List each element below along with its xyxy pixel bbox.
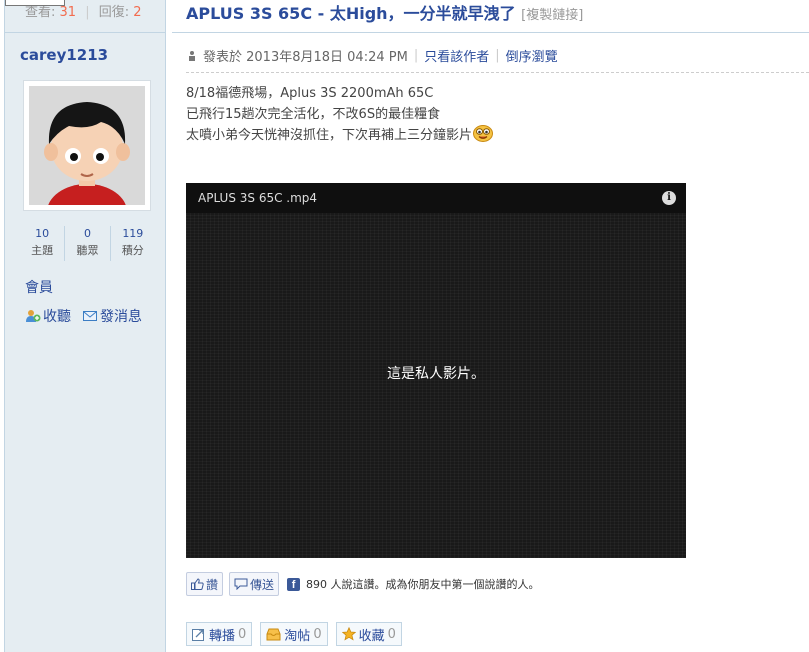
meta-divider (186, 72, 809, 73)
fb-send-button[interactable]: 傳送 (229, 572, 280, 596)
post-line: 已飛行15趟次完全活化，不改6S的最佳糧食 (186, 107, 441, 122)
taotie-label: 淘帖 (284, 628, 311, 644)
thread-title: APLUS 3S 65C - 太High，一分半就早洩了 [複製鏈接] (186, 0, 583, 24)
post-content: APLUS 3S 65C - 太High，一分半就早洩了 [複製鏈接] 發表於 … (172, 0, 809, 652)
follow-label: 收聽 (43, 309, 71, 325)
send-label: 傳送 (250, 577, 275, 592)
post-timestamp: 發表於 2013年8月18日 04:24 PM (203, 50, 408, 65)
grin-emoji-icon (473, 125, 494, 149)
share-actions: 轉播 0 淘帖 0 收藏 0 (186, 622, 402, 646)
send-message-button[interactable]: 發消息 (83, 306, 142, 326)
favorite-count: 0 (387, 626, 396, 642)
meta-separator: | (413, 48, 419, 63)
fb-like-count: f 890 人說這讚。成為你朋友中第一個說讚的人。 (287, 576, 540, 592)
stat-label: 聽眾 (76, 244, 99, 257)
forward-count: 0 (238, 626, 247, 642)
avatar[interactable] (23, 80, 151, 211)
stat-listeners[interactable]: 0 聽眾 (64, 226, 109, 261)
post-meta: 發表於 2013年8月18日 04:24 PM | 只看該作者 | 倒序瀏覽 (186, 46, 558, 65)
copy-link[interactable]: [複製鏈接] (521, 8, 583, 23)
taotie-button[interactable]: 淘帖 0 (260, 622, 328, 646)
author-sidebar: 查看: 31 | 回復: 2 carey1213 10 主題 0 聽眾 119 … (4, 0, 166, 652)
thread-title-text[interactable]: APLUS 3S 65C - 太High，一分半就早洩了 (186, 4, 516, 23)
stat-points[interactable]: 119 積分 (109, 226, 155, 261)
envelope-icon (83, 311, 97, 321)
user-group-link[interactable]: 會員 (25, 277, 53, 297)
post-line: 太噴小弟今天恍神沒抓住，下次再補上三分鐘影片 (186, 128, 473, 143)
stat-threads[interactable]: 10 主題 (20, 226, 64, 261)
stat-value: 119 (122, 227, 144, 240)
only-author-link[interactable]: 只看該作者 (424, 46, 489, 65)
author-name[interactable]: carey1213 (20, 46, 108, 64)
taotie-count: 0 (313, 626, 322, 642)
post-body: 8/18福德飛場，Aplus 3S 2200mAh 65C 已飛行15趟次完全活… (186, 83, 494, 149)
replies-label: 回復: (98, 5, 130, 20)
facebook-icon: f (287, 577, 301, 591)
embedded-video-player[interactable]: APLUS 3S 65C .mp4 i 這是私人影片。 (186, 183, 686, 558)
sidebar-divider (5, 32, 166, 33)
author-stats: 10 主題 0 聽眾 119 積分 (20, 226, 155, 261)
tray-icon (266, 628, 281, 640)
stat-value: 0 (83, 227, 91, 240)
stat-label: 積分 (121, 244, 144, 257)
fb-like-button[interactable]: 讚 (186, 572, 224, 596)
online-user-icon (189, 50, 195, 61)
video-filename[interactable]: APLUS 3S 65C .mp4 (198, 191, 317, 205)
message-label: 發消息 (100, 309, 142, 325)
views-count: 31 (59, 5, 77, 20)
meta-separator: | (495, 48, 500, 63)
follow-icon (26, 310, 41, 322)
fb-like-text: 890 人說這讚。成為你朋友中第一個說讚的人。 (306, 578, 540, 591)
title-divider (172, 32, 809, 33)
reverse-order-link[interactable]: 倒序瀏覽 (506, 46, 558, 65)
forward-label: 轉播 (209, 628, 236, 644)
author-actions: 收聽 發消息 (25, 306, 142, 326)
forward-button[interactable]: 轉播 0 (186, 622, 253, 646)
thumbs-up-icon (191, 578, 204, 590)
replies-count: 2 (133, 5, 142, 20)
like-label: 讚 (206, 577, 219, 592)
stat-value: 10 (35, 227, 50, 240)
video-title-bar: APLUS 3S 65C .mp4 i (186, 183, 686, 213)
avatar-image (29, 86, 145, 205)
counts-separator: | (85, 5, 90, 20)
speech-bubble-icon (234, 578, 248, 590)
tooltip-box (5, 0, 65, 6)
favorite-label: 收藏 (358, 628, 385, 644)
stat-label: 主題 (31, 244, 54, 257)
facebook-social-bar: 讚 傳送 f 890 人說這讚。成為你朋友中第一個說讚的人。 (186, 572, 540, 596)
views-label: 查看: (25, 5, 56, 20)
forward-icon (192, 628, 204, 641)
private-video-message: 這是私人影片。 (387, 366, 485, 382)
star-icon (341, 627, 356, 641)
post-line: 8/18福德飛場，Aplus 3S 2200mAh 65C (186, 86, 434, 101)
follow-button[interactable]: 收聽 (25, 306, 71, 326)
favorite-button[interactable]: 收藏 0 (335, 622, 402, 646)
info-icon[interactable]: i (662, 191, 676, 205)
